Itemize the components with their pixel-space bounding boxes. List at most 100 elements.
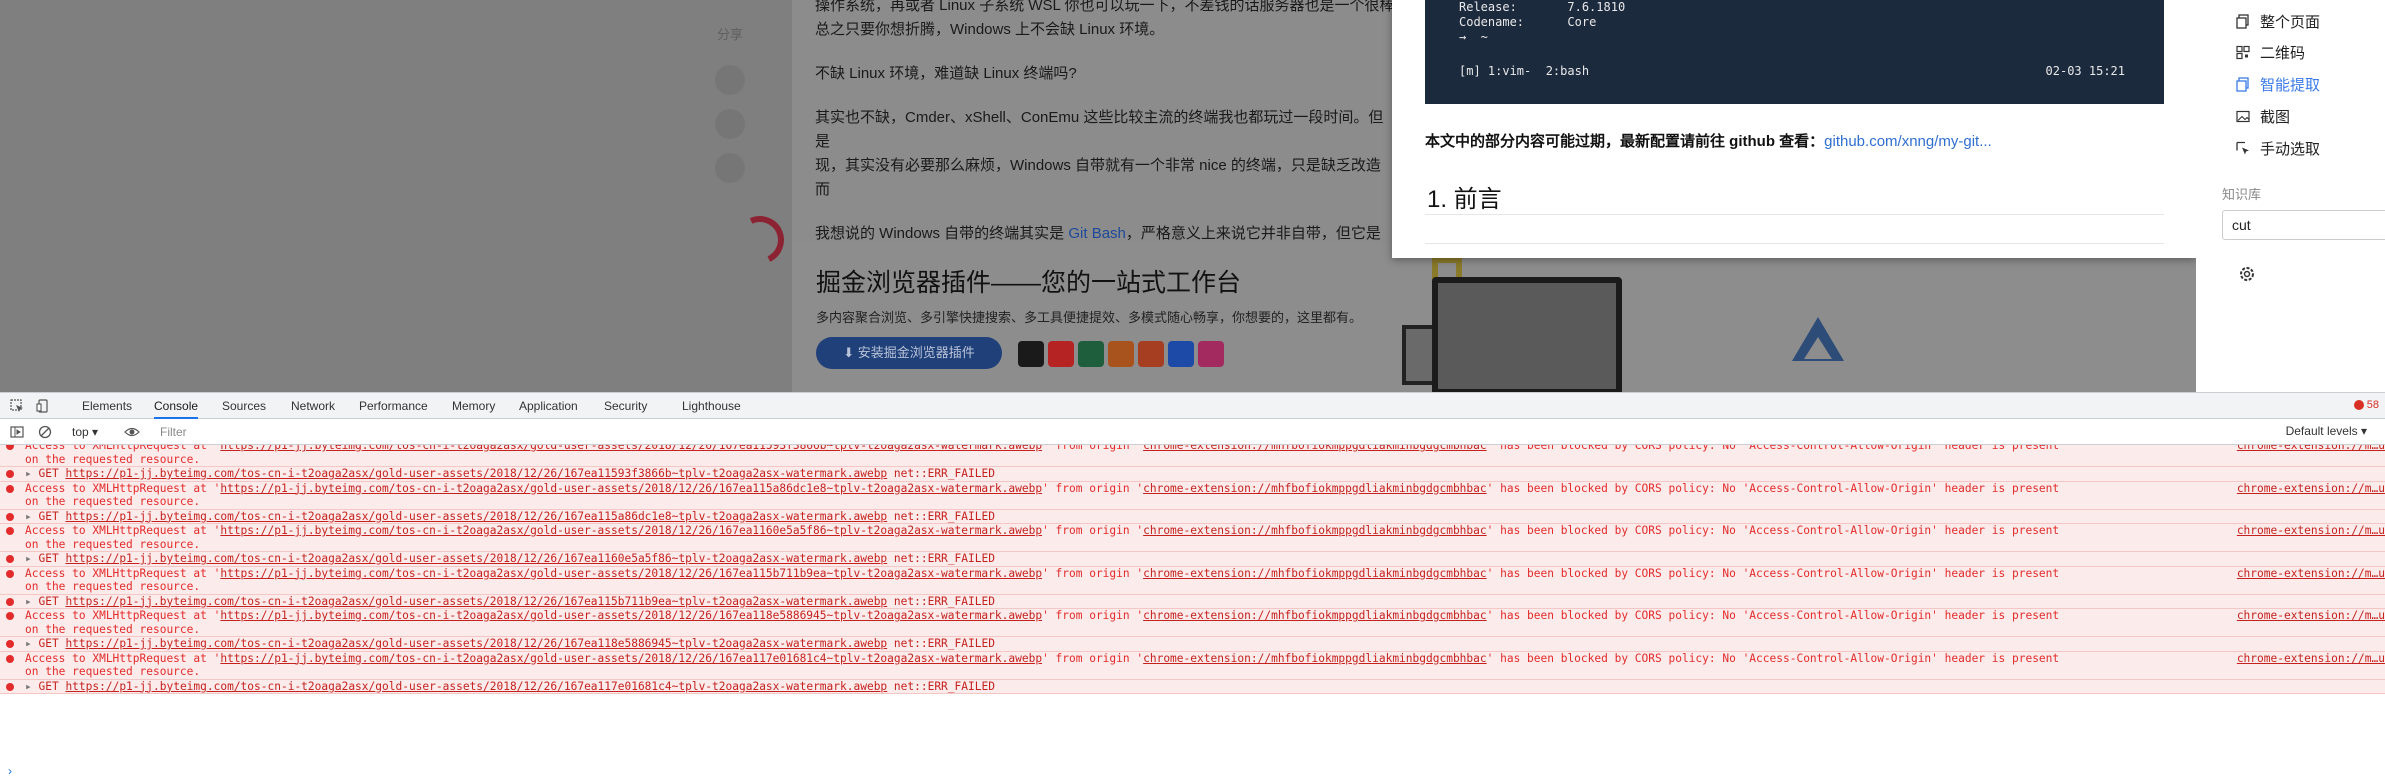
console-cors-error: Access to XMLHttpRequest at 'https://p1-…: [0, 566, 2385, 595]
section-heading: 1. 前言: [1427, 186, 1502, 213]
article-paragraph: 不缺 Linux 环境，难道缺 Linux 终端吗?: [815, 65, 1077, 82]
message-text: ' from origin ': [1042, 566, 1144, 580]
console-get-error[interactable]: ▸ GET https://p1-jj.byteimg.com/tos-cn-i…: [0, 467, 2385, 482]
tab-performance[interactable]: Performance: [359, 393, 428, 419]
error-icon: [6, 484, 14, 493]
share-sidebar: 分享: [700, 24, 760, 197]
error-icon: [6, 612, 14, 620]
git-bash-link[interactable]: Git Bash: [1068, 225, 1126, 242]
message-text: ' from origin ': [1042, 524, 1144, 537]
resource-url-link[interactable]: https://p1-jj.byteimg.com/tos-cn-i-t2oag…: [220, 524, 1042, 537]
tab-lighthouse[interactable]: Lighthouse: [682, 393, 741, 419]
knowledge-base-select[interactable]: cut: [2222, 210, 2385, 240]
console-prompt[interactable]: ›: [8, 764, 12, 778]
console-cors-error: Access to XMLHttpRequest at 'https://p1-…: [0, 524, 2385, 552]
message-text: on the requested resource.: [25, 665, 201, 678]
origin-link[interactable]: chrome-extension://mhfbofiokmppgdliakmin…: [1143, 652, 1487, 665]
resource-url-link[interactable]: https://p1-jj.byteimg.com/tos-cn-i-t2oag…: [220, 652, 1042, 665]
copy-icon: [2236, 76, 2249, 92]
resource-url-link[interactable]: https://p1-jj.byteimg.com/tos-cn-i-t2oag…: [65, 637, 887, 650]
resource-url-link[interactable]: https://p1-jj.byteimg.com/tos-cn-i-t2oag…: [220, 482, 1042, 495]
eye-icon[interactable]: [124, 425, 140, 439]
source-link[interactable]: chrome-extension://m…u: [2237, 652, 2385, 666]
source-link[interactable]: chrome-extension://m…u: [2237, 524, 2385, 538]
resource-url-link[interactable]: https://p1-jj.byteimg.com/tos-cn-i-t2oag…: [65, 510, 887, 523]
message-text: GET: [38, 509, 66, 523]
menu-full-page[interactable]: 整个页面: [2236, 10, 2320, 32]
origin-link[interactable]: chrome-extension://mhfbofiokmppgdliakmin…: [1143, 524, 1487, 537]
menu-smart-extract[interactable]: 智能提取: [2236, 73, 2320, 95]
article-paragraph: 总之只要你想折腾，Windows 上不会缺 Linux 环境。: [815, 21, 1165, 38]
tmux-status-bar: [m] 1:vim- 2:bash 02-03 15:21: [1459, 64, 2125, 78]
menu-manual-select[interactable]: 手动选取: [2236, 137, 2320, 159]
error-icon: [6, 527, 14, 535]
share-label: 分享: [716, 27, 743, 42]
origin-link[interactable]: chrome-extension://mhfbofiokmppgdliakmin…: [1143, 567, 1487, 580]
source-link[interactable]: chrome-extension://m…u: [2237, 609, 2385, 623]
resource-url-link[interactable]: https://p1-jj.byteimg.com/tos-cn-i-t2oag…: [220, 609, 1042, 622]
console-filter-input[interactable]: Filter: [157, 422, 2277, 442]
message-text: ' has been blocked by CORS policy: No 'A…: [1486, 609, 2060, 622]
message-text: on the requested resource.: [25, 537, 201, 551]
resource-url-link[interactable]: https://p1-jj.byteimg.com/tos-cn-i-t2oag…: [220, 567, 1042, 580]
origin-link[interactable]: chrome-extension://mhfbofiokmppgdliakmin…: [1143, 609, 1487, 622]
github-config-link[interactable]: github.com/xnng/my-git...: [1824, 133, 1992, 150]
console-get-error[interactable]: ▸ GET https://p1-jj.byteimg.com/tos-cn-i…: [0, 509, 2385, 524]
divider: [1425, 214, 2164, 215]
article-paragraph: 其实也不缺，Cmder、xShell、ConEmu 这些比较主流的终端我也都玩过…: [815, 109, 1384, 150]
qq-share-icon[interactable]: [715, 109, 745, 139]
inspect-element-icon[interactable]: [10, 399, 24, 413]
log-levels-dropdown[interactable]: Default levels ▾: [2286, 424, 2367, 438]
weibo-share-icon[interactable]: [715, 65, 745, 95]
message-text: Access to XMLHttpRequest at ': [25, 445, 221, 452]
terminal-line-codename: Codename: Core: [1459, 15, 1597, 29]
resource-url-link[interactable]: https://p1-jj.byteimg.com/tos-cn-i-t2oag…: [65, 595, 887, 608]
device-toolbar-icon[interactable]: [36, 399, 50, 413]
copy-icon: [2236, 13, 2249, 29]
tab-network[interactable]: Network: [291, 393, 335, 419]
install-extension-button[interactable]: ⬇ 安装掘金浏览器插件: [816, 337, 1002, 369]
extension-preview-popup: Release: 7.6.1810 Codename: Core → ~ [m]…: [1392, 0, 2196, 258]
console-get-error[interactable]: ▸ GET https://p1-jj.byteimg.com/tos-cn-i…: [0, 552, 2385, 567]
sidebar-toggle-icon[interactable]: [10, 425, 24, 439]
clear-console-icon[interactable]: [38, 425, 52, 439]
error-icon: [6, 682, 14, 691]
source-link[interactable]: chrome-extension://m…u: [2237, 567, 2385, 581]
error-count-badge[interactable]: 58: [2353, 399, 2379, 411]
console-output: Access to XMLHttpRequest at 'https://p1-…: [0, 445, 2385, 783]
wechat-share-icon[interactable]: [715, 153, 745, 183]
resource-url-link[interactable]: https://p1-jj.byteimg.com/tos-cn-i-t2oag…: [65, 467, 887, 480]
context-selector[interactable]: top ▾: [72, 424, 98, 440]
console-get-error[interactable]: ▸ GET https://p1-jj.byteimg.com/tos-cn-i…: [0, 594, 2385, 609]
resource-url-link[interactable]: https://p1-jj.byteimg.com/tos-cn-i-t2oag…: [65, 552, 887, 565]
select-cursor-icon: [2236, 141, 2249, 154]
terminal-prompt: → ~: [1459, 30, 1488, 44]
origin-link[interactable]: chrome-extension://mhfbofiokmppgdliakmin…: [1143, 482, 1487, 495]
console-toolbar: top ▾ Filter Default levels ▾: [0, 419, 2385, 445]
juejin-extension-banner: 掘金浏览器插件——您的一站式工作台 多内容聚合浏览、多引擎快捷搜索、多工具便捷提…: [792, 245, 2385, 392]
message-text: ' from origin ': [1042, 481, 1144, 495]
source-link[interactable]: chrome-extension://m…u: [2237, 445, 2385, 453]
banner-subtitle: 多内容聚合浏览、多引擎快捷搜索、多工具便捷提效、多模式随心畅享，你想要的，这里都…: [816, 310, 1363, 325]
tab-sources[interactable]: Sources: [222, 393, 266, 419]
source-link[interactable]: chrome-extension://m…u: [2237, 482, 2385, 496]
origin-link[interactable]: chrome-extension://mhfbofiokmppgdliakmin…: [1143, 445, 1487, 452]
message-text: on the requested resource.: [25, 452, 201, 466]
menu-screenshot[interactable]: 截图: [2236, 105, 2290, 127]
tab-application[interactable]: Application: [519, 393, 578, 419]
console-get-error[interactable]: ▸ GET https://p1-jj.byteimg.com/tos-cn-i…: [0, 637, 2385, 652]
console-cors-error: Access to XMLHttpRequest at 'https://p1-…: [0, 651, 2385, 680]
tab-console[interactable]: Console: [154, 393, 199, 419]
tab-security[interactable]: Security: [604, 393, 647, 419]
resource-url-link[interactable]: https://p1-jj.byteimg.com/tos-cn-i-t2oag…: [65, 680, 887, 693]
tab-memory[interactable]: Memory: [452, 393, 495, 419]
message-text: on the requested resource.: [25, 495, 201, 508]
message-text: Access to XMLHttpRequest at ': [25, 609, 221, 622]
gear-icon[interactable]: [2238, 265, 2256, 283]
resource-url-link[interactable]: https://p1-jj.byteimg.com/tos-cn-i-t2oag…: [220, 445, 1042, 452]
menu-qr-code[interactable]: 二维码: [2236, 41, 2305, 63]
devtools-panel: Elements Console Sources Network Perform…: [0, 392, 2385, 782]
console-get-error[interactable]: ▸ GET https://p1-jj.byteimg.com/tos-cn-i…: [0, 679, 2385, 694]
tab-elements[interactable]: Elements: [82, 393, 132, 419]
article-paragraph: 现，其实没有必要那么麻烦，Windows 自带就有一个非常 nice 的终端，只…: [815, 157, 1381, 198]
